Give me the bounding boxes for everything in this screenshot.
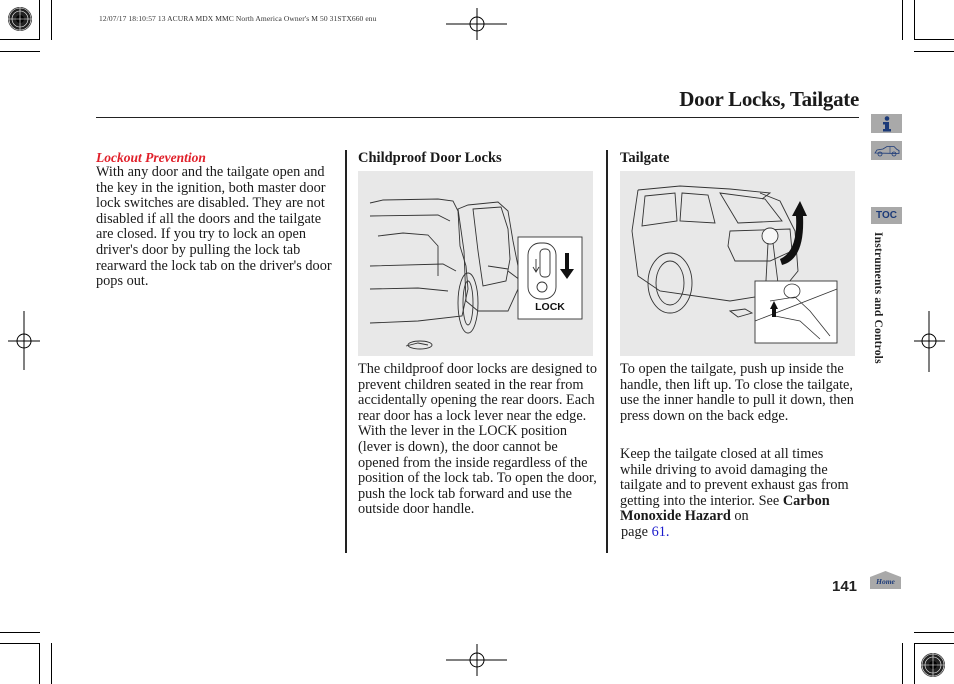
- title-divider: [96, 117, 859, 118]
- lockout-prevention-body: With any door and the tailgate open and …: [96, 164, 332, 290]
- tailgate-warning: Keep the tailgate closed at all times wh…: [620, 446, 856, 541]
- reference-on-word: on: [734, 508, 749, 525]
- column-divider: [606, 150, 608, 553]
- page-61-link[interactable]: 61.: [652, 524, 670, 540]
- vehicle-nav-button[interactable]: [871, 141, 902, 160]
- childproof-body: The childproof door locks are designed t…: [358, 361, 598, 518]
- childproof-illustration: LOCK: [358, 171, 593, 356]
- tailgate-open-instructions: To open the tailgate, push up inside the…: [620, 361, 854, 424]
- print-header: 12/07/17 18:10:57 13 ACURA MDX MMC North…: [99, 14, 377, 23]
- starburst-target-icon: [921, 653, 945, 677]
- childproof-heading: Childproof Door Locks: [358, 150, 502, 166]
- home-button[interactable]: Home: [870, 571, 901, 589]
- crosshair-icon: [446, 8, 507, 40]
- page-title: Door Locks, Tailgate: [679, 87, 859, 111]
- info-icon: [882, 115, 891, 131]
- tailgate-illustration: [620, 171, 855, 356]
- starburst-target-icon: [8, 7, 32, 31]
- lock-label: LOCK: [535, 301, 565, 313]
- toc-button[interactable]: TOC: [871, 207, 902, 224]
- home-label: Home: [875, 577, 895, 586]
- home-icon: Home: [870, 571, 901, 589]
- tailgate-heading: Tailgate: [620, 150, 670, 166]
- crosshair-icon: [446, 644, 507, 676]
- column-divider: [345, 150, 347, 553]
- crosshair-icon: [8, 311, 40, 370]
- toc-label: TOC: [876, 210, 897, 221]
- page-number: 141: [832, 578, 858, 595]
- info-nav-button[interactable]: [871, 114, 902, 133]
- page-word: page: [621, 523, 648, 540]
- crosshair-icon: [914, 311, 945, 372]
- car-icon: [873, 145, 899, 156]
- section-label: Instruments and Controls: [872, 232, 884, 364]
